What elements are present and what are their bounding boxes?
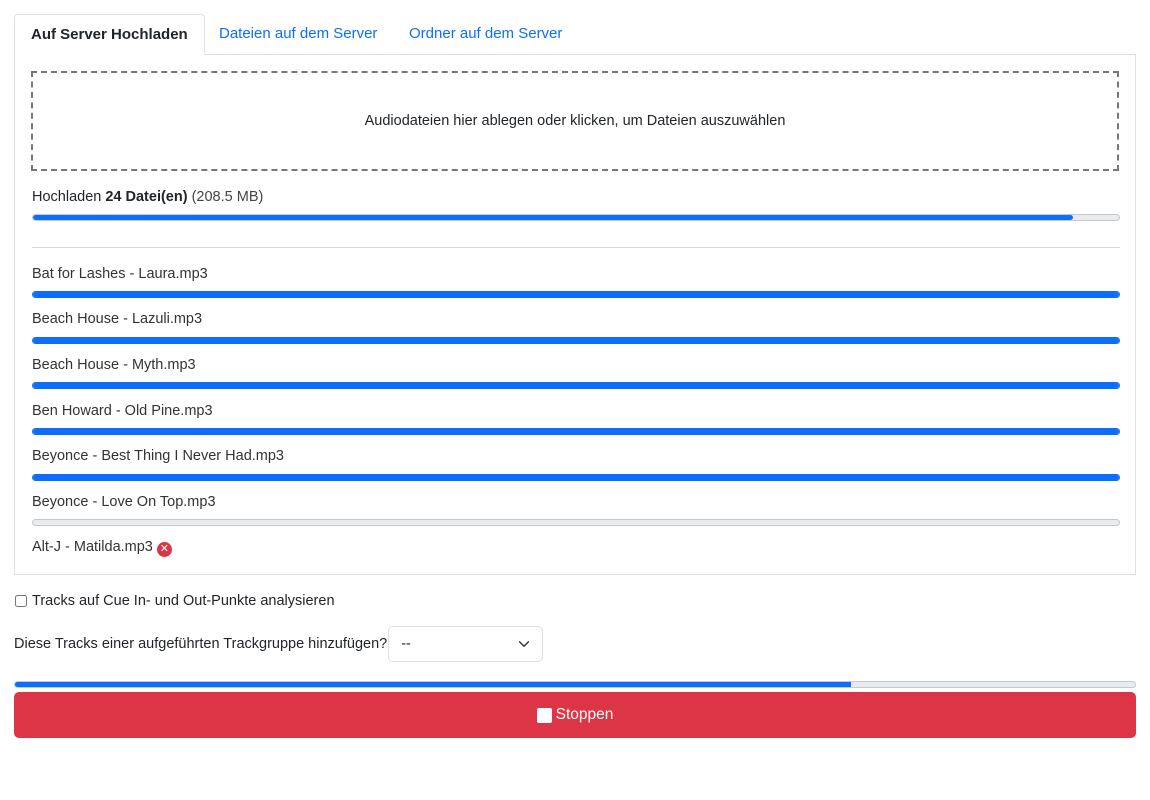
- overall-progress-bar: [14, 681, 1136, 688]
- file-progress-fill: [33, 292, 1119, 297]
- trackgroup-selected-value: --: [401, 636, 411, 652]
- file-progress-fill: [33, 429, 1119, 434]
- file-dropzone[interactable]: Audiodateien hier ablegen oder klicken, …: [31, 71, 1119, 171]
- summary-size: (208.5 MB): [191, 189, 264, 205]
- file-name: Beyonce - Best Thing I Never Had.mp3: [32, 448, 284, 464]
- error-x-icon: ✕: [156, 542, 172, 557]
- summary-progress-bar: [32, 214, 1120, 221]
- summary-count: 24 Datei(en): [105, 189, 188, 205]
- file-progress-bar: [32, 382, 1120, 389]
- file-name: Ben Howard - Old Pine.mp3: [32, 403, 213, 419]
- file-progress-fill: [33, 338, 1119, 343]
- tab-folders-on-server[interactable]: Ordner auf dem Server: [393, 14, 578, 53]
- tab-files-on-server[interactable]: Dateien auf dem Server: [203, 14, 393, 53]
- file-progress-bar: [32, 291, 1120, 298]
- tab-upload-to-server[interactable]: Auf Server Hochladen: [14, 14, 205, 55]
- file-progress-fill: [33, 383, 1119, 388]
- file-name: Beach House - Myth.mp3: [32, 357, 196, 373]
- upload-dialog: Auf Server Hochladen Dateien auf dem Ser…: [14, 14, 1136, 738]
- file-progress-bar: [32, 337, 1120, 344]
- file-name-error: Alt-J - Matilda.mp3 ✕: [32, 539, 172, 557]
- analyze-cue-checkbox[interactable]: [15, 595, 27, 607]
- tab-bar: Auf Server Hochladen Dateien auf dem Ser…: [14, 14, 1136, 55]
- stop-button[interactable]: Stoppen: [14, 692, 1136, 738]
- file-name-text: Alt-J - Matilda.mp3: [32, 539, 153, 555]
- trackgroup-select[interactable]: --: [388, 626, 544, 662]
- file-progress-fill: [33, 475, 1119, 480]
- file-name: Bat for Lashes - Laura.mp3: [32, 266, 208, 282]
- overall-progress-fill: [15, 682, 851, 687]
- stop-button-label: Stoppen: [555, 706, 614, 723]
- dropzone-text: Audiodateien hier ablegen oder klicken, …: [364, 113, 786, 129]
- trackgroup-row: Diese Tracks einer aufgeführten Trackgru…: [14, 626, 544, 662]
- summary-prefix: Hochladen: [32, 189, 102, 205]
- stop-square-icon: [536, 707, 552, 723]
- summary-progress-fill: [33, 215, 1074, 220]
- upload-summary: Hochladen 24 Datei(en) (208.5 MB): [32, 189, 263, 205]
- chevron-down-icon: [518, 641, 530, 647]
- file-name: Beach House - Lazuli.mp3: [32, 311, 203, 327]
- file-progress-bar: [32, 519, 1120, 526]
- file-progress-bar: [32, 428, 1120, 435]
- divider: [32, 247, 1120, 248]
- file-name: Beyonce - Love On Top.mp3: [32, 494, 216, 510]
- upload-panel: Audiodateien hier ablegen oder klicken, …: [14, 55, 1136, 575]
- analyze-cue-option[interactable]: Tracks auf Cue In- und Out-Punkte analys…: [14, 593, 335, 609]
- trackgroup-label: Diese Tracks einer aufgeführten Trackgru…: [14, 636, 388, 652]
- file-progress-bar: [32, 474, 1120, 481]
- analyze-cue-label: Tracks auf Cue In- und Out-Punkte analys…: [32, 593, 335, 609]
